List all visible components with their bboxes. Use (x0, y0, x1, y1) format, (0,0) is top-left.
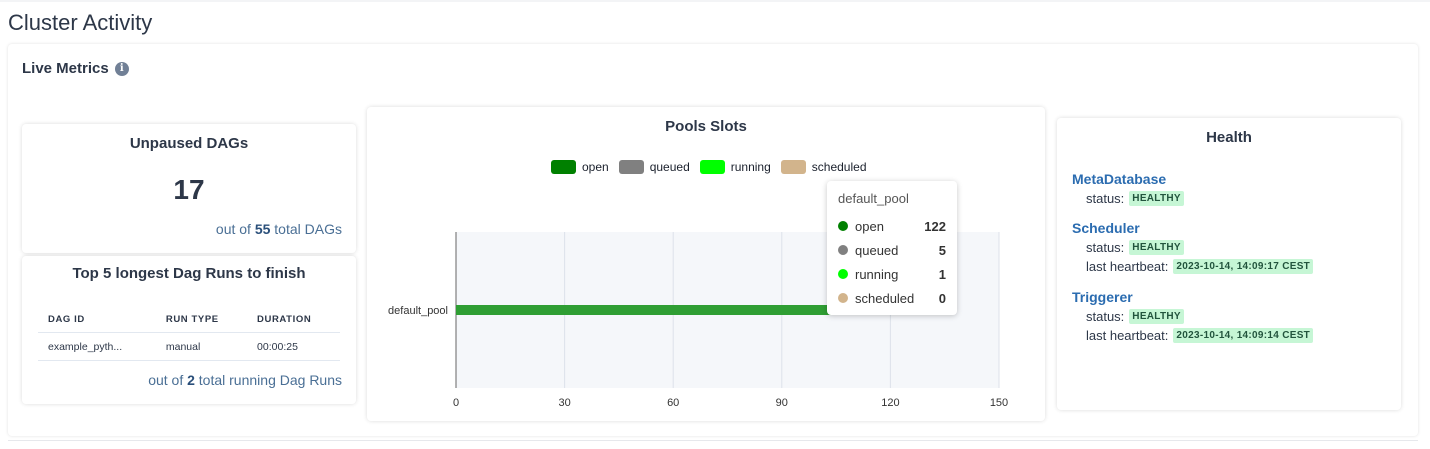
cell-dag-id[interactable]: example_pyth... (38, 332, 156, 361)
top-dag-runs-card: Top 5 longest Dag Runs to finish DAG ID … (22, 256, 356, 404)
total-runs-count: 2 (187, 372, 195, 388)
health-title: Health (1206, 129, 1252, 146)
tooltip-label-group: running (838, 267, 898, 282)
scheduler-heartbeat: last heartbeat: 2023-10-14, 14:09:17 CES… (1086, 259, 1314, 274)
health-scheduler: Scheduler status: HEALTHY last heartbeat… (1072, 220, 1314, 274)
tooltip-dot (838, 221, 848, 231)
tooltip-label: running (855, 266, 899, 282)
table-header-row: DAG ID RUN TYPE DURATION (38, 312, 340, 333)
live-metrics-title: Live Metrics (22, 60, 109, 77)
tooltip-label-group: open (838, 219, 884, 234)
tooltip-value: 5 (938, 242, 946, 258)
heartbeat-label: last heartbeat: (1086, 259, 1169, 274)
triggerer-link[interactable]: Triggerer (1072, 289, 1313, 305)
table-row[interactable]: example_pyth... manual 00:00:25 (38, 332, 340, 361)
status-label: status: (1086, 309, 1125, 324)
unpaused-dags-count: 17 (173, 174, 205, 205)
tooltip-row-queued: queued 5 (838, 238, 946, 262)
info-circle-icon[interactable]: i (114, 61, 129, 76)
status-label: status: (1086, 191, 1125, 206)
status-badge: HEALTHY (1129, 309, 1184, 324)
col-run-type[interactable]: RUN TYPE (155, 312, 248, 333)
top-dag-runs-title: Top 5 longest Dag Runs to finish (72, 265, 306, 282)
tooltip-value: 0 (938, 290, 946, 306)
x-tick-label: 60 (667, 397, 679, 409)
tooltip-dot (838, 293, 848, 303)
tooltip-row-running: running 1 (838, 262, 946, 286)
page-title: Cluster Activity (8, 10, 153, 35)
health-metadatabase: MetaDatabase status: HEALTHY (1072, 171, 1184, 206)
heartbeat-label: last heartbeat: (1086, 328, 1169, 343)
heartbeat-badge: 2023-10-14, 14:09:14 CEST (1173, 328, 1314, 343)
health-card: Health MetaDatabase status: HEALTHY Sche… (1057, 118, 1401, 410)
total-runs-suffix: total running Dag Runs (198, 372, 342, 388)
tooltip-row-scheduled: scheduled 0 (838, 286, 946, 310)
tooltip-row-open: open 122 (838, 214, 946, 238)
status-badge: HEALTHY (1129, 191, 1184, 206)
tooltip-dot (838, 269, 848, 279)
x-tick-label: 120 (881, 397, 899, 409)
scheduler-link[interactable]: Scheduler (1072, 220, 1313, 236)
x-tick-label: 30 (558, 397, 570, 409)
y-tick-label: default_pool (388, 305, 448, 317)
tooltip-label-group: scheduled (838, 291, 914, 306)
chart-tooltip: default_pool open 122 queued 5 running 1 sched… (827, 181, 957, 315)
col-dag-id[interactable]: DAG ID (38, 312, 156, 333)
metadatabase-link[interactable]: MetaDatabase (1072, 171, 1184, 187)
x-tick-label: 150 (990, 397, 1008, 409)
status-badge: HEALTHY (1129, 240, 1184, 255)
total-dags-count: 55 (254, 221, 271, 237)
dag-runs-table: DAG ID RUN TYPE DURATION example_pyth...… (38, 312, 340, 361)
health-triggerer: Triggerer status: HEALTHY last heartbeat… (1072, 289, 1314, 343)
tooltip-value: 1 (938, 266, 946, 282)
unpaused-dags-title: Unpaused DAGs (129, 135, 249, 152)
x-tick-label: 90 (776, 397, 788, 409)
total-dags-prefix: out of (215, 221, 251, 237)
tooltip-dot (838, 245, 848, 255)
total-runs-text: out of 2 total running Dag Runs (148, 372, 342, 388)
tooltip-value: 122 (924, 218, 946, 234)
cell-run-type: manual (155, 332, 248, 361)
total-runs-prefix: out of (148, 372, 184, 388)
total-dags-suffix: total DAGs (274, 221, 342, 237)
next-panel-edge (8, 440, 1418, 449)
scheduler-status: status: HEALTHY (1086, 240, 1313, 255)
triggerer-status: status: HEALTHY (1086, 309, 1313, 324)
cell-duration: 00:00:25 (247, 332, 340, 361)
heartbeat-badge: 2023-10-14, 14:09:17 CEST (1173, 259, 1314, 274)
total-dags-text: out of 55 total DAGs (216, 221, 342, 237)
tooltip-label: queued (855, 242, 899, 258)
unpaused-dags-card: Unpaused DAGs 17 out of 55 total DAGs (22, 124, 356, 253)
tooltip-label: open (855, 218, 884, 234)
x-tick-label: 0 (453, 397, 459, 409)
live-metrics-panel: Live Metrics i Unpaused DAGs 17 out of 5… (8, 44, 1418, 436)
live-metrics-header: Live Metrics i (22, 60, 129, 77)
top-border (0, 0, 1430, 2)
tooltip-label-group: queued (838, 243, 898, 258)
tooltip-label: scheduled (855, 290, 915, 306)
tooltip-title: default_pool (838, 191, 909, 206)
triggerer-heartbeat: last heartbeat: 2023-10-14, 14:09:14 CES… (1086, 328, 1314, 343)
col-duration[interactable]: DURATION (247, 312, 340, 333)
metadatabase-status: status: HEALTHY (1086, 191, 1184, 206)
status-label: status: (1086, 240, 1125, 255)
